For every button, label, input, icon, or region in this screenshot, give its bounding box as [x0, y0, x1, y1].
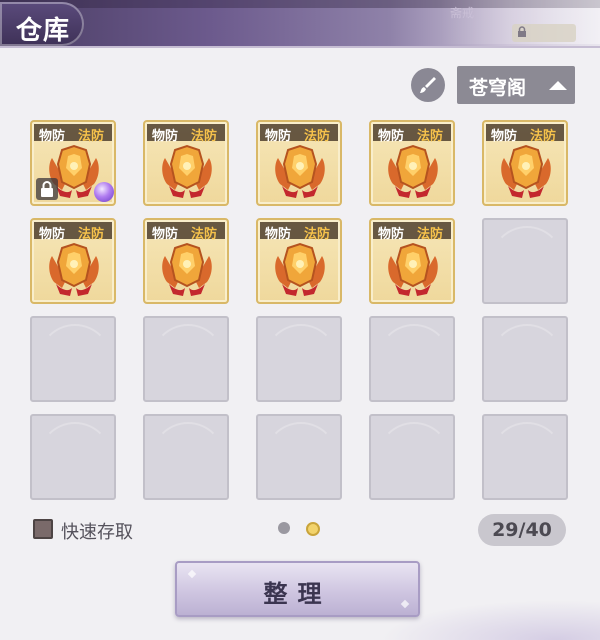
item-tag-bar: 物防 法防 [260, 124, 338, 144]
header-bar: 斋戒 [0, 0, 600, 46]
brush-button[interactable] [411, 68, 445, 102]
inventory-slot-empty[interactable] [369, 414, 455, 500]
armor-icon [155, 142, 219, 202]
quick-store-label[interactable]: 快速存取 [61, 518, 133, 544]
header-faint-text: 斋戒 [450, 6, 475, 20]
quick-store-checkbox[interactable] [33, 519, 53, 539]
inventory-slot-empty[interactable] [256, 414, 342, 500]
slot-pattern [377, 324, 451, 398]
slot-pattern [151, 422, 225, 496]
inventory-slot-empty[interactable] [369, 316, 455, 402]
item-tag-bar: 物防 法防 [486, 124, 564, 144]
inventory-slot-empty[interactable] [30, 414, 116, 500]
item-tag-bar: 物防 法防 [373, 124, 451, 144]
item-tag-bar: 物防 法防 [147, 124, 225, 144]
item-tag-bar: 物防 法防 [147, 222, 225, 242]
item-tag-bar: 物防 法防 [260, 222, 338, 242]
inventory-slot-empty[interactable] [143, 414, 229, 500]
lock-icon [36, 178, 58, 200]
slot-pattern [264, 422, 338, 496]
inventory-slot-item[interactable]: 物防 法防 [256, 218, 342, 304]
capacity-text: 29/40 [492, 519, 552, 541]
page-title: 仓库 [16, 16, 71, 46]
slot-pattern [490, 226, 564, 300]
chevron-up-icon [549, 81, 567, 90]
inventory-slot-item[interactable]: 物防 法防 [482, 120, 568, 206]
slot-pattern [264, 324, 338, 398]
armor-icon [155, 240, 219, 300]
inventory-slot-item[interactable]: 物防 法防 [143, 120, 229, 206]
title-badge: 仓库 [0, 2, 84, 46]
page-indicator-2[interactable] [306, 522, 320, 536]
filter-dropdown[interactable]: 苍穹阁 [457, 66, 575, 104]
item-tag-bar: 物防 法防 [373, 222, 451, 242]
header-lock-chip [512, 24, 576, 42]
inventory-grid: 物防 法防 物防 法防 物防 法防 物防 法防 物防 法防 物防 法防 物防 法防 物防 法防 物防 法防 [30, 120, 570, 504]
item-tag-bar: 物防 法防 [34, 124, 112, 144]
inventory-slot-empty[interactable] [482, 218, 568, 304]
brush-icon [420, 77, 436, 93]
slot-pattern [490, 324, 564, 398]
slot-pattern [38, 422, 112, 496]
inventory-slot-empty[interactable] [143, 316, 229, 402]
inventory-slot-item[interactable]: 物防 法防 [369, 120, 455, 206]
item-tag-bar: 物防 法防 [34, 222, 112, 242]
lock-icon [518, 26, 526, 37]
capacity-badge: 29/40 [478, 514, 566, 546]
filter-dropdown-value: 苍穹阁 [469, 77, 527, 99]
inventory-slot-empty[interactable] [482, 316, 568, 402]
inventory-slot-empty[interactable] [30, 316, 116, 402]
armor-icon [494, 142, 558, 202]
inventory-slot-item[interactable]: 物防 法防 [30, 120, 116, 206]
armor-icon [268, 142, 332, 202]
armor-icon [381, 142, 445, 202]
panel-divider [0, 46, 600, 48]
inventory-slot-item[interactable]: 物防 法防 [143, 218, 229, 304]
armor-icon [268, 240, 332, 300]
enchant-gem-icon [94, 182, 114, 202]
footer-decoration [380, 600, 600, 640]
inventory-slot-item[interactable]: 物防 法防 [30, 218, 116, 304]
slot-pattern [151, 324, 225, 398]
inventory-slot-empty[interactable] [256, 316, 342, 402]
inventory-slot-item[interactable]: 物防 法防 [256, 120, 342, 206]
slot-pattern [38, 324, 112, 398]
slot-pattern [377, 422, 451, 496]
inventory-slot-empty[interactable] [482, 414, 568, 500]
inventory-slot-item[interactable]: 物防 法防 [369, 218, 455, 304]
page-indicator-1[interactable] [278, 522, 290, 534]
slot-pattern [490, 422, 564, 496]
armor-icon [42, 240, 106, 300]
armor-icon [381, 240, 445, 300]
